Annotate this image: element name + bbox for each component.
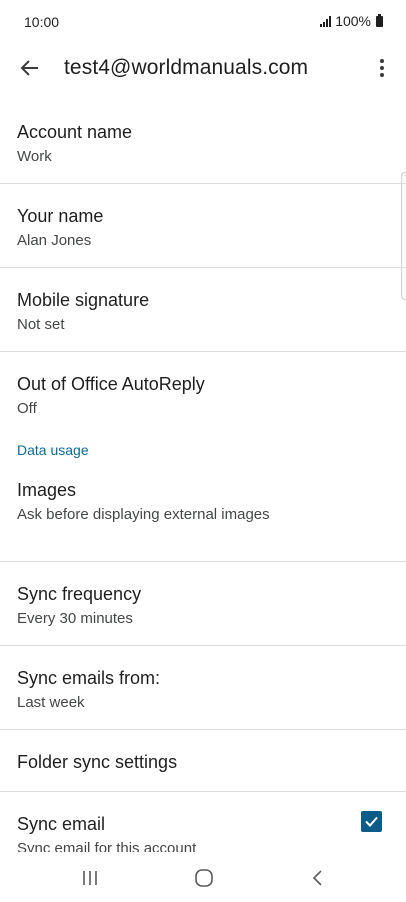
setting-title: Account name: [17, 122, 133, 142]
more-vert-icon: [380, 59, 384, 63]
status-indicators: 100%: [320, 13, 383, 29]
setting-value: Work: [17, 148, 52, 165]
setting-title: Mobile signature: [17, 290, 150, 310]
setting-title: Sync emails from:: [17, 668, 161, 688]
recent-apps-icon: [83, 871, 97, 885]
nav-back-button[interactable]: [300, 864, 336, 892]
navigation-bar: [0, 852, 406, 902]
sync-email-checkbox[interactable]: [361, 811, 382, 832]
setting-title: Your name: [17, 206, 104, 226]
setting-title: Sync email: [17, 814, 106, 834]
back-button[interactable]: [14, 54, 46, 82]
more-options-button[interactable]: [370, 52, 394, 84]
setting-title: Sync frequency: [17, 584, 142, 604]
screen: 10:00 100% test4@worldmanuals.com Accoun…: [0, 0, 406, 902]
signal-icon: [320, 15, 332, 27]
setting-sync-frequency[interactable]: Sync frequency Every 30 minutes: [0, 562, 406, 646]
status-time: 10:00: [24, 14, 60, 30]
setting-value: Last week: [17, 694, 85, 711]
recent-apps-button[interactable]: [72, 864, 108, 892]
page-title: test4@worldmanuals.com: [64, 56, 309, 79]
chevron-left-icon: [312, 870, 322, 886]
setting-sync-emails-from[interactable]: Sync emails from: Last week: [0, 646, 406, 730]
setting-title: Folder sync settings: [17, 752, 178, 772]
setting-value: Every 30 minutes: [17, 610, 133, 627]
arrow-left-icon: [20, 60, 38, 76]
setting-value: Not set: [17, 316, 65, 333]
home-button[interactable]: [186, 864, 222, 892]
setting-value: Alan Jones: [17, 232, 92, 249]
section-header-label: Data usage: [17, 442, 89, 458]
setting-title: Images: [17, 480, 77, 500]
setting-account-name[interactable]: Account name Work: [0, 100, 406, 184]
setting-images[interactable]: Images Ask before displaying external im…: [0, 470, 406, 562]
setting-value: Ask before displaying external images: [17, 506, 270, 523]
app-bar: test4@worldmanuals.com: [0, 44, 406, 92]
battery-icon: [376, 13, 383, 27]
setting-value: Off: [17, 400, 37, 417]
setting-title: Out of Office AutoReply: [17, 374, 205, 394]
setting-mobile-signature[interactable]: Mobile signature Not set: [0, 268, 406, 352]
check-icon: [365, 816, 378, 827]
settings-list: Account name Work Your name Alan Jones M…: [0, 100, 406, 876]
home-icon: [195, 869, 213, 887]
setting-folder-sync[interactable]: Folder sync settings: [0, 730, 406, 792]
setting-out-of-office[interactable]: Out of Office AutoReply Off: [0, 352, 406, 436]
status-bar: 10:00 100%: [0, 0, 406, 44]
section-header-data-usage: Data usage: [0, 436, 406, 470]
setting-your-name[interactable]: Your name Alan Jones: [0, 184, 406, 268]
battery-percent: 100%: [335, 13, 371, 29]
